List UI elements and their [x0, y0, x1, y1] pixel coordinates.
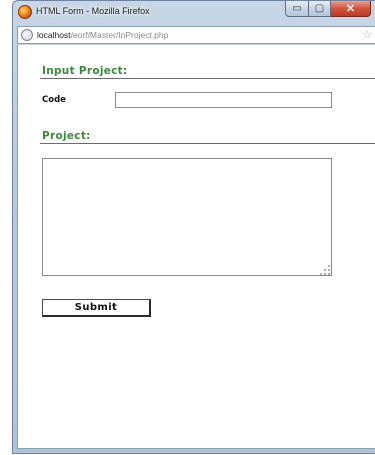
- close-button[interactable]: ✕: [331, 1, 371, 17]
- maximize-button[interactable]: ▢: [309, 1, 331, 17]
- page-content: Input Project: Code Project: Submit: [17, 45, 375, 449]
- minimize-button[interactable]: ▭: [285, 1, 309, 17]
- globe-icon[interactable]: [21, 29, 33, 41]
- project-textarea[interactable]: [42, 158, 332, 276]
- project-heading: Project:: [42, 130, 91, 142]
- browser-window: HTML Form - Mozilla Firefox ▭ ▢ ✕ localh…: [12, 0, 375, 454]
- address-bar[interactable]: localhost/eorf/Master/InProject.php ☆: [17, 26, 375, 44]
- firefox-icon[interactable]: [18, 5, 32, 19]
- code-label: Code: [42, 95, 66, 105]
- title-bar[interactable]: HTML Form - Mozilla Firefox ▭ ▢ ✕: [13, 1, 375, 25]
- url-host: localhost: [37, 30, 71, 40]
- url-text[interactable]: localhost/eorf/Master/InProject.php: [37, 30, 168, 40]
- code-input[interactable]: [115, 92, 332, 108]
- input-project-heading: Input Project:: [42, 65, 128, 77]
- url-path: /eorf/Master/InProject.php: [70, 30, 169, 40]
- input-project-divider: [40, 78, 375, 79]
- window-title: HTML Form - Mozilla Firefox: [36, 6, 150, 16]
- project-divider: [40, 143, 375, 144]
- window-controls: ▭ ▢ ✕: [285, 1, 371, 18]
- submit-button[interactable]: Submit: [42, 299, 151, 317]
- star-icon[interactable]: ☆: [362, 28, 372, 42]
